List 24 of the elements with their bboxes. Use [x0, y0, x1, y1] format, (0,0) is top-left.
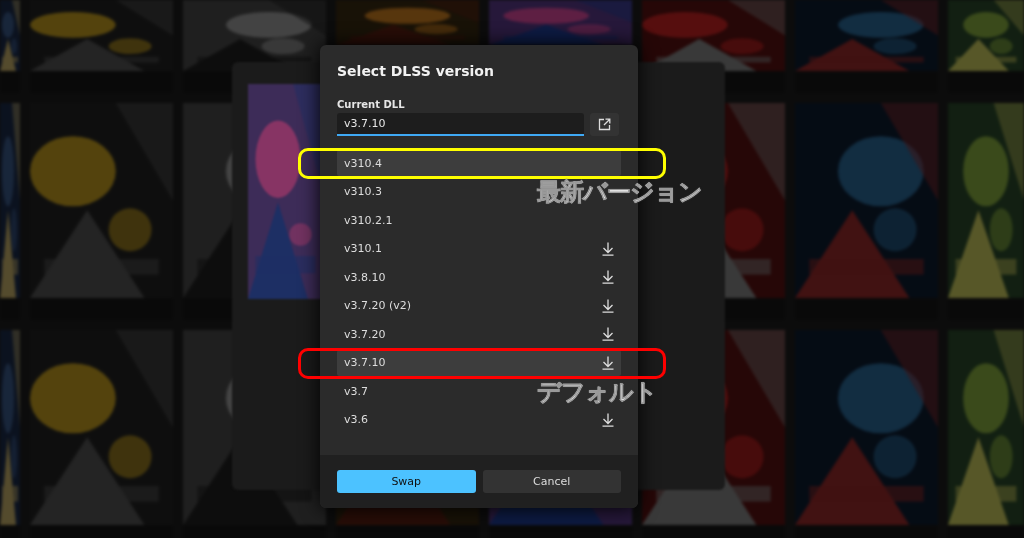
- dialog-title: Select DLSS version: [337, 63, 495, 79]
- download-icon[interactable]: [602, 270, 614, 284]
- version-item[interactable]: v3.8.10: [337, 264, 621, 290]
- version-item[interactable]: v3.7: [337, 378, 375, 404]
- version-item[interactable]: v310.4: [337, 150, 621, 176]
- open-external-icon[interactable]: [590, 113, 619, 136]
- version-item[interactable]: v310.2.1: [337, 207, 400, 233]
- secondary-button[interactable]: Cancel: [482, 470, 621, 493]
- callout-label: デフォルト: [537, 379, 657, 404]
- version-item[interactable]: v3.7.20 (v2): [337, 292, 621, 319]
- version-item[interactable]: v3.6: [337, 406, 621, 433]
- version-item[interactable]: v3.7.10: [337, 349, 621, 376]
- version-item[interactable]: v310.3: [337, 178, 389, 205]
- download-icon[interactable]: [602, 298, 614, 313]
- primary-button[interactable]: Swap: [337, 470, 476, 493]
- download-icon[interactable]: [602, 327, 614, 341]
- field-label: Current DLL: [337, 99, 406, 110]
- download-icon[interactable]: [602, 241, 614, 256]
- download-icon[interactable]: [602, 412, 614, 427]
- current-dll-field[interactable]: v3.7.10: [337, 113, 584, 136]
- download-icon[interactable]: [602, 355, 614, 370]
- callout-label: 最新バージョン: [537, 180, 702, 204]
- version-item[interactable]: v3.7.20: [337, 321, 621, 347]
- version-item[interactable]: v310.1: [337, 235, 621, 262]
